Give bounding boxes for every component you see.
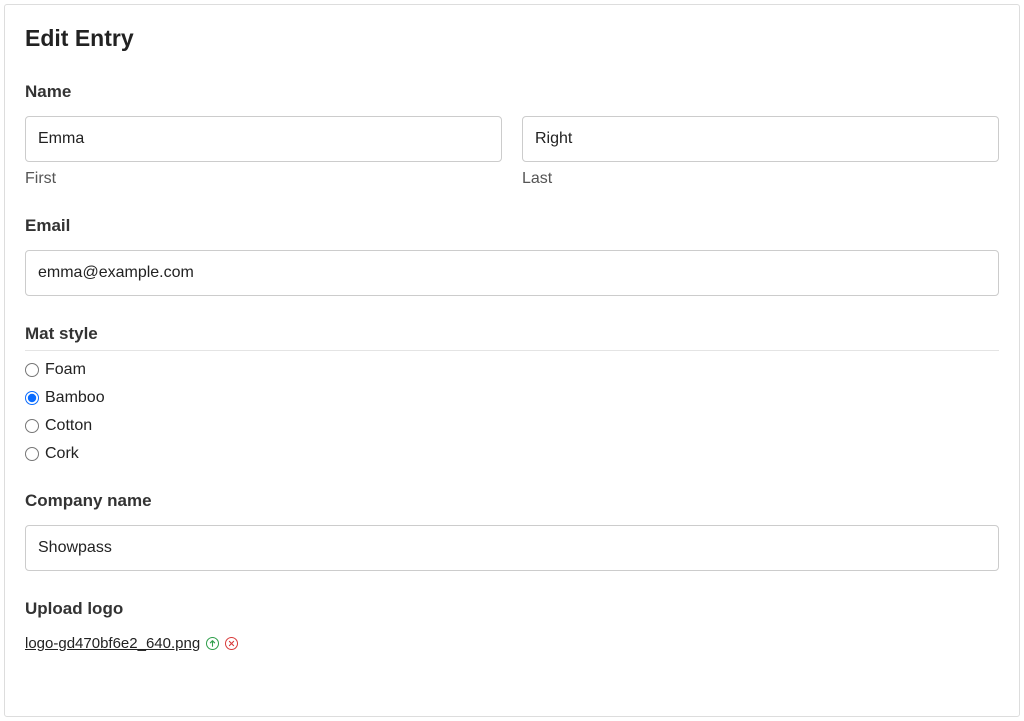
page-title: Edit Entry bbox=[25, 25, 999, 52]
company-name-input[interactable] bbox=[25, 525, 999, 571]
company-field-group: Company name bbox=[25, 491, 999, 571]
last-name-input[interactable] bbox=[522, 116, 999, 162]
name-row: First Last bbox=[25, 116, 999, 188]
delete-icon[interactable] bbox=[225, 637, 238, 650]
mat-style-radio[interactable] bbox=[25, 363, 39, 377]
first-name-sublabel: First bbox=[25, 170, 502, 188]
mat-style-radio[interactable] bbox=[25, 419, 39, 433]
upload-label: Upload logo bbox=[25, 599, 999, 619]
mat-style-option-label: Foam bbox=[45, 361, 86, 379]
email-input[interactable] bbox=[25, 250, 999, 296]
mat-style-radio[interactable] bbox=[25, 447, 39, 461]
upload-field-group: Upload logo logo-gd470bf6e2_640.png bbox=[25, 599, 999, 652]
email-field-group: Email bbox=[25, 216, 999, 296]
name-label: Name bbox=[25, 82, 999, 102]
mat-style-label: Mat style bbox=[25, 324, 999, 351]
uploaded-file-link[interactable]: logo-gd470bf6e2_640.png bbox=[25, 635, 200, 652]
mat-style-field-group: Mat style Foam Bamboo Cotton Cork bbox=[25, 324, 999, 463]
last-name-col: Last bbox=[522, 116, 999, 188]
first-name-col: First bbox=[25, 116, 502, 188]
edit-entry-panel: Edit Entry Name First Last Email Mat sty… bbox=[4, 4, 1020, 717]
mat-style-option-label: Bamboo bbox=[45, 389, 105, 407]
mat-style-radio[interactable] bbox=[25, 391, 39, 405]
mat-style-option[interactable]: Foam bbox=[25, 361, 999, 379]
upload-icon[interactable] bbox=[206, 637, 219, 650]
mat-style-radio-list: Foam Bamboo Cotton Cork bbox=[25, 361, 999, 463]
mat-style-option[interactable]: Bamboo bbox=[25, 389, 999, 407]
first-name-input[interactable] bbox=[25, 116, 502, 162]
mat-style-option-label: Cotton bbox=[45, 417, 92, 435]
file-row: logo-gd470bf6e2_640.png bbox=[25, 635, 999, 652]
mat-style-option-label: Cork bbox=[45, 445, 79, 463]
mat-style-option[interactable]: Cotton bbox=[25, 417, 999, 435]
email-label: Email bbox=[25, 216, 999, 236]
last-name-sublabel: Last bbox=[522, 170, 999, 188]
name-field-group: Name First Last bbox=[25, 82, 999, 188]
mat-style-option[interactable]: Cork bbox=[25, 445, 999, 463]
company-label: Company name bbox=[25, 491, 999, 511]
